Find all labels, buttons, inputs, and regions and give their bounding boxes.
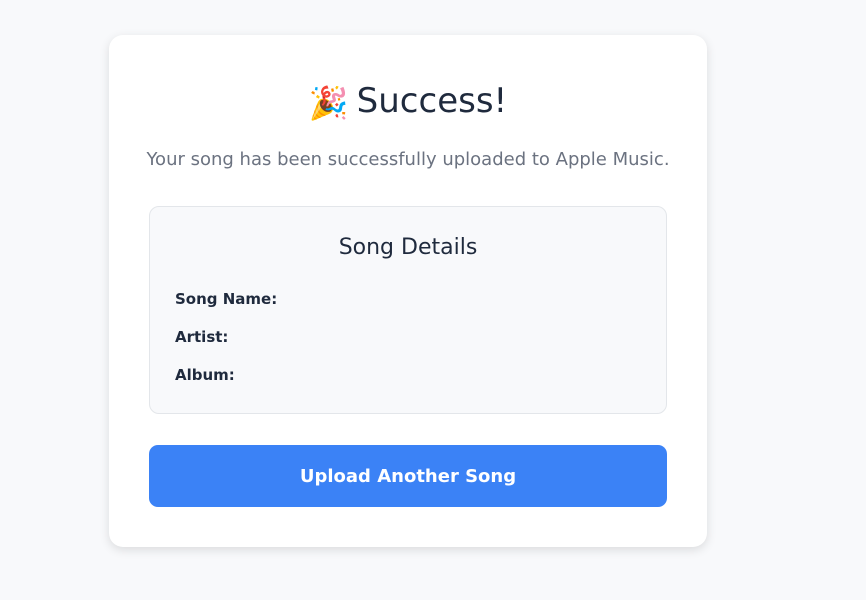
party-popper-icon: 🎉: [308, 84, 349, 122]
artist-label: Artist:: [175, 328, 229, 346]
artist-row: Artist:: [175, 328, 228, 346]
album-label: Album:: [175, 366, 235, 384]
song-name-label: Song Name:: [175, 290, 278, 308]
success-message: Your song has been successfully uploaded…: [146, 149, 670, 170]
upload-another-song-button[interactable]: Upload Another Song: [149, 445, 667, 507]
song-name-row: Song Name:: [175, 290, 277, 308]
song-details-panel: Song Details Song Name: Artist: Album:: [149, 206, 667, 414]
song-details-heading: Song Details: [338, 235, 478, 260]
title-text: Success!: [356, 81, 508, 121]
success-card: 🎉 Success! Your song has been successfull…: [109, 35, 707, 547]
page-title: 🎉 Success!: [109, 79, 707, 125]
album-row: Album:: [175, 366, 235, 384]
